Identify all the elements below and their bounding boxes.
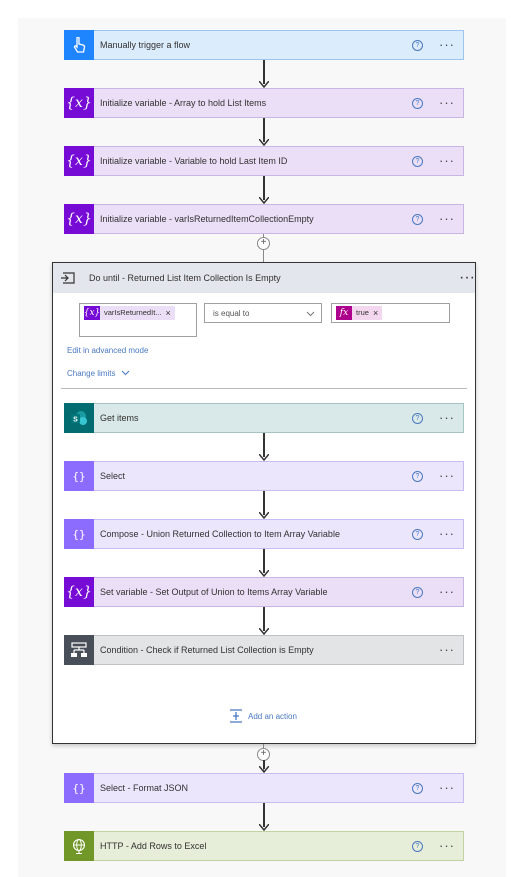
condition-icon bbox=[64, 634, 94, 665]
step-title: Compose - Union Returned Collection to I… bbox=[100, 529, 340, 539]
connector-arrow bbox=[259, 433, 269, 461]
help-icon[interactable]: ? bbox=[412, 97, 423, 109]
token-label: true bbox=[356, 308, 369, 317]
data-operation-icon: {} bbox=[64, 460, 94, 491]
fx-icon: fx bbox=[336, 306, 352, 320]
connector-arrow bbox=[259, 491, 269, 519]
help-icon[interactable]: ? bbox=[412, 528, 423, 540]
step-title: Select - Format JSON bbox=[100, 783, 189, 793]
more-options-icon[interactable]: ··· bbox=[437, 154, 457, 167]
connector-arrow bbox=[259, 549, 269, 577]
change-limits-link[interactable]: Change limits bbox=[67, 369, 130, 378]
edit-advanced-link[interactable]: Edit in advanced mode bbox=[67, 346, 148, 355]
add-action-button[interactable]: Add an action bbox=[229, 709, 297, 723]
more-options-icon[interactable]: ··· bbox=[437, 469, 457, 482]
change-limits-label: Change limits bbox=[67, 369, 116, 378]
init-variable-card[interactable]: {x} Initialize variable - varIsReturnedI… bbox=[64, 203, 464, 234]
select-card[interactable]: {} Select ? ··· bbox=[64, 460, 464, 491]
connector-arrow bbox=[259, 176, 269, 204]
more-options-icon[interactable]: ··· bbox=[437, 839, 457, 852]
token-label: varIsReturnedIt... bbox=[104, 308, 162, 317]
svg-text:S: S bbox=[73, 416, 78, 423]
help-icon[interactable]: ? bbox=[412, 155, 423, 167]
variable-icon: {x} bbox=[64, 576, 94, 607]
more-options-icon[interactable]: ··· bbox=[437, 38, 457, 51]
divider bbox=[61, 388, 467, 389]
more-options-icon[interactable]: ··· bbox=[437, 643, 457, 656]
connector-arrow bbox=[259, 760, 269, 773]
help-icon[interactable]: ? bbox=[412, 586, 423, 598]
more-options-icon[interactable]: ··· bbox=[437, 411, 457, 424]
step-title: Initialize variable - Variable to hold L… bbox=[100, 156, 288, 166]
more-options-icon[interactable]: ··· bbox=[437, 96, 457, 109]
more-options-icon[interactable]: ··· bbox=[459, 269, 475, 287]
get-items-card[interactable]: S Get items ? ··· bbox=[64, 402, 464, 433]
svg-text:{}: {} bbox=[72, 528, 85, 541]
variable-token[interactable]: {x} varIsReturnedIt... × bbox=[84, 306, 175, 320]
data-operation-icon: {} bbox=[64, 772, 94, 803]
step-title: Select bbox=[100, 471, 126, 481]
remove-token-icon[interactable]: × bbox=[373, 308, 382, 318]
http-card[interactable]: HTTP - Add Rows to Excel ? ··· bbox=[64, 830, 464, 861]
condition-right-field[interactable]: fx true × bbox=[331, 303, 450, 323]
step-title: HTTP - Add Rows to Excel bbox=[100, 841, 207, 851]
set-variable-card[interactable]: {x} Set variable - Set Output of Union t… bbox=[64, 576, 464, 607]
more-options-icon[interactable]: ··· bbox=[437, 212, 457, 225]
variable-icon: {x} bbox=[64, 87, 94, 118]
remove-token-icon[interactable]: × bbox=[166, 308, 175, 318]
more-options-icon[interactable]: ··· bbox=[437, 781, 457, 794]
init-variable-card[interactable]: {x} Initialize variable - Array to hold … bbox=[64, 87, 464, 118]
condition-card[interactable]: Condition - Check if Returned List Colle… bbox=[64, 634, 464, 665]
data-operation-icon: {} bbox=[64, 518, 94, 549]
help-icon[interactable]: ? bbox=[412, 412, 423, 424]
step-title: Get items bbox=[100, 413, 139, 423]
loop-title: Do until - Returned List Item Collection… bbox=[89, 273, 281, 283]
select-format-json-card[interactable]: {} Select - Format JSON ? ··· bbox=[64, 772, 464, 803]
help-icon[interactable]: ? bbox=[412, 470, 423, 482]
more-options-icon[interactable]: ··· bbox=[437, 527, 457, 540]
svg-text:{}: {} bbox=[72, 782, 85, 795]
sharepoint-icon: S bbox=[64, 402, 94, 433]
connector-arrow bbox=[259, 118, 269, 146]
loop-icon bbox=[53, 263, 83, 293]
more-options-icon[interactable]: ··· bbox=[437, 585, 457, 598]
connector-arrow bbox=[259, 607, 269, 635]
operator-select[interactable]: is equal to bbox=[204, 303, 322, 323]
step-title: Manually trigger a flow bbox=[100, 40, 191, 50]
step-title: Set variable - Set Output of Union to It… bbox=[100, 587, 328, 597]
trigger-card[interactable]: Manually trigger a flow ? ··· bbox=[64, 29, 464, 60]
help-icon[interactable]: ? bbox=[412, 782, 423, 794]
add-action-label: Add an action bbox=[248, 711, 297, 721]
connector-arrow bbox=[259, 60, 269, 88]
variable-icon: {x} bbox=[64, 145, 94, 176]
init-variable-card[interactable]: {x} Initialize variable - Variable to ho… bbox=[64, 145, 464, 176]
operator-value: is equal to bbox=[213, 308, 250, 318]
help-icon[interactable]: ? bbox=[412, 39, 423, 51]
compose-card[interactable]: {} Compose - Union Returned Collection t… bbox=[64, 518, 464, 549]
step-title: Initialize variable - varIsReturnedItemC… bbox=[100, 214, 314, 224]
step-title: Initialize variable - Array to hold List… bbox=[100, 98, 267, 108]
variable-icon: {x} bbox=[83, 306, 101, 320]
insert-step-button[interactable]: + bbox=[257, 237, 270, 250]
svg-text:{}: {} bbox=[72, 470, 85, 483]
chevron-down-icon bbox=[306, 304, 315, 322]
variable-icon: {x} bbox=[64, 203, 94, 234]
do-until-header[interactable]: Do until - Returned List Item Collection… bbox=[53, 263, 475, 293]
help-icon[interactable]: ? bbox=[412, 213, 423, 225]
step-title: Condition - Check if Returned List Colle… bbox=[100, 645, 314, 655]
chevron-down-icon bbox=[121, 369, 130, 378]
hand-touch-icon bbox=[64, 29, 94, 60]
help-icon[interactable]: ? bbox=[412, 840, 423, 852]
connector-arrow bbox=[259, 803, 269, 831]
expression-token[interactable]: fx true × bbox=[336, 306, 383, 320]
add-action-icon bbox=[229, 709, 243, 723]
condition-left-field[interactable]: {x} varIsReturnedIt... × bbox=[79, 303, 197, 337]
globe-icon bbox=[64, 830, 94, 861]
